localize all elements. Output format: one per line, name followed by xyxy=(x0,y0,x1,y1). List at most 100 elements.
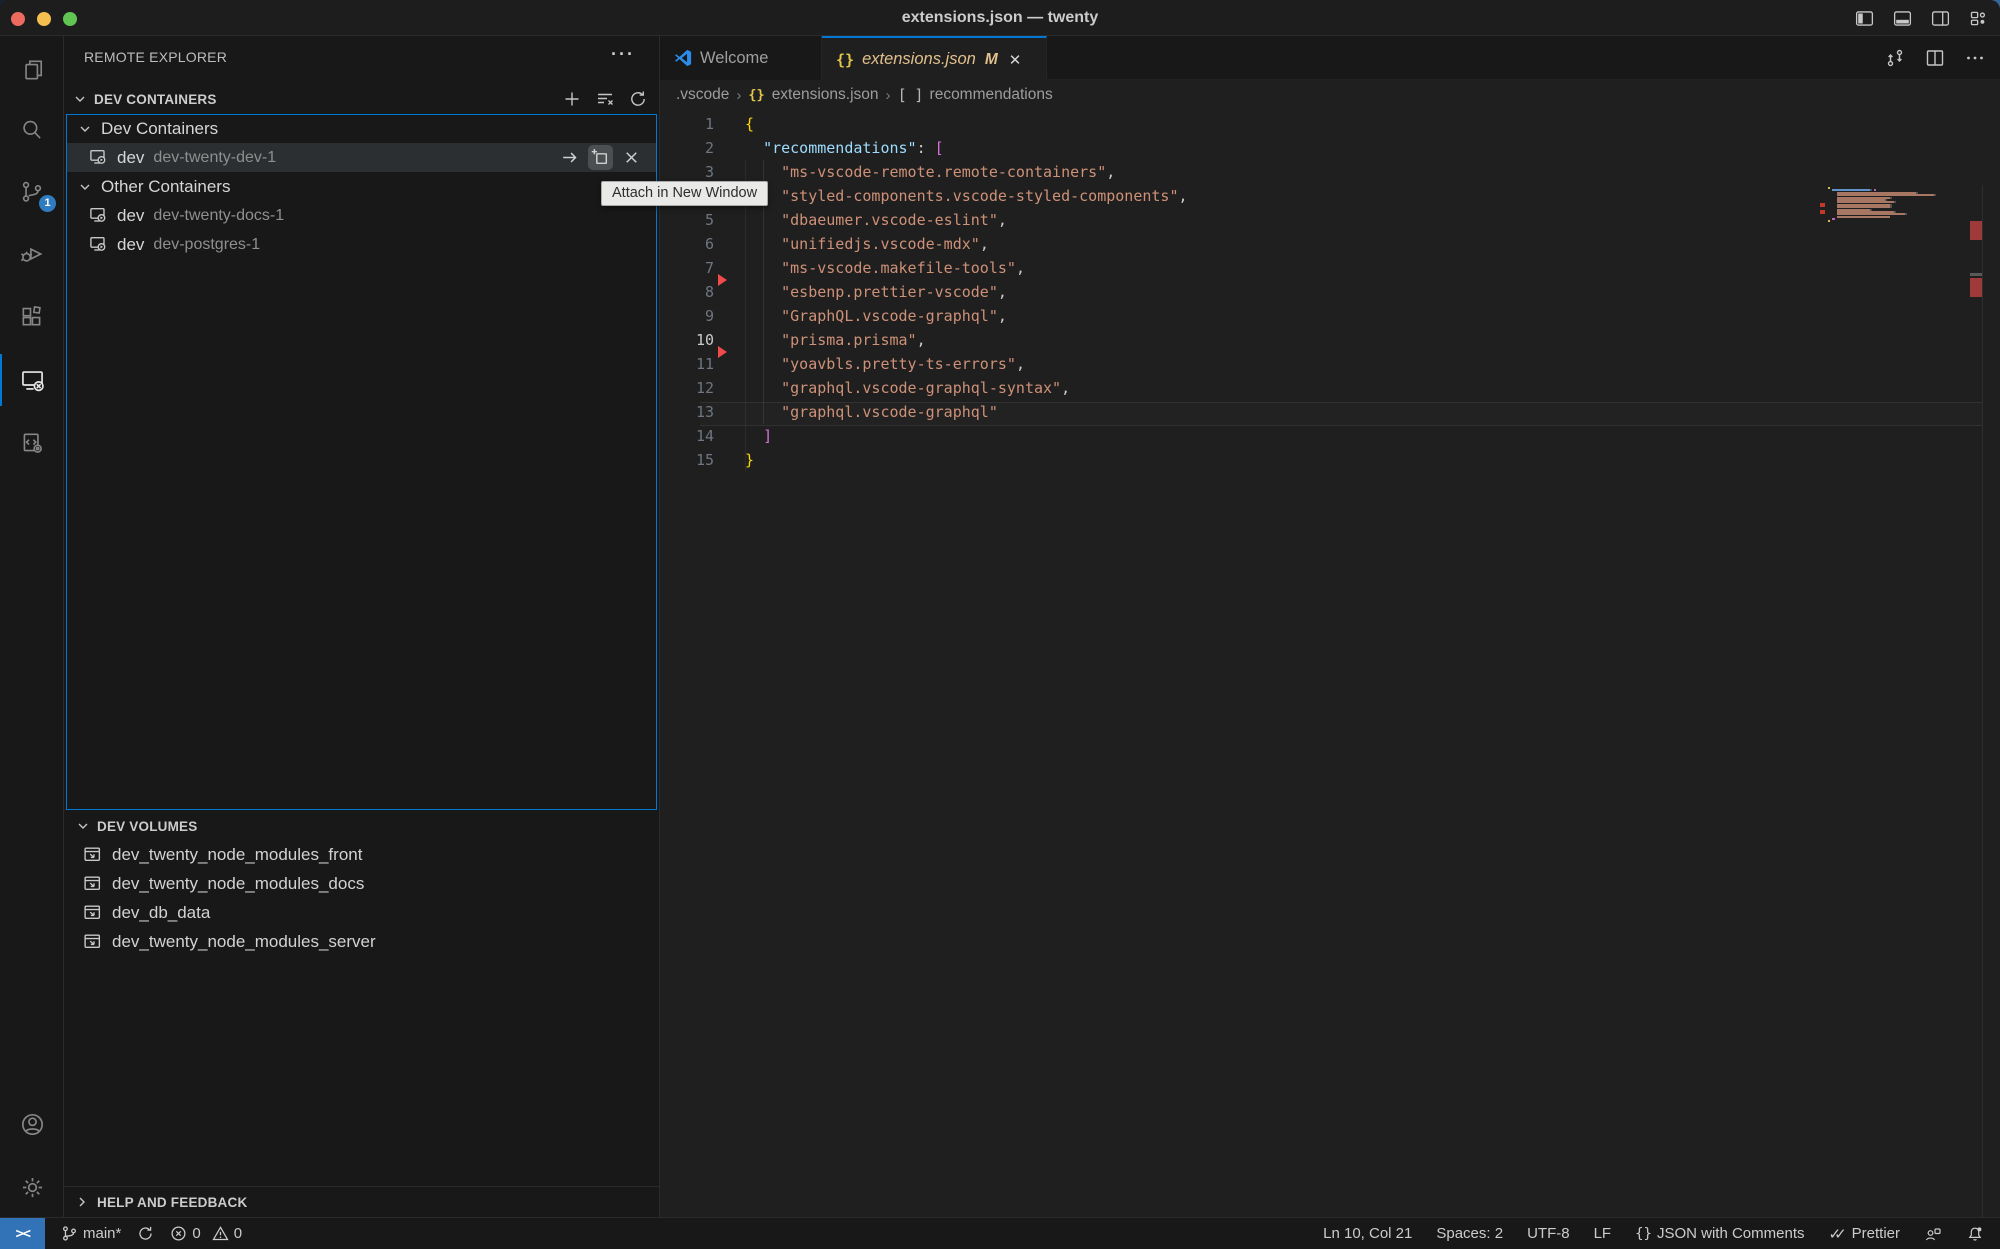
feedback-status[interactable] xyxy=(1924,1225,1942,1243)
toggle-primary-sidebar-icon[interactable] xyxy=(1852,6,1876,30)
section-header-help-and-feedback[interactable]: HELP AND FEEDBACK xyxy=(64,1186,659,1217)
container-item[interactable]: devdev-twenty-dev-1 xyxy=(67,143,656,172)
volume-item[interactable]: dev_twenty_node_modules_front xyxy=(67,840,656,869)
volume-icon xyxy=(83,874,102,893)
extensions-icon[interactable] xyxy=(0,291,64,343)
sidebar-title: REMOTE EXPLORER xyxy=(84,49,227,65)
run-debug-icon[interactable] xyxy=(0,228,64,280)
sync-icon xyxy=(137,1225,154,1242)
title-bar: extensions.json — twenty xyxy=(0,0,2000,36)
git-branch-icon xyxy=(61,1225,78,1242)
encoding-status[interactable]: UTF-8 xyxy=(1527,1225,1570,1242)
volume-item[interactable]: dev_twenty_node_modules_docs xyxy=(67,869,656,898)
settings-gear-icon[interactable] xyxy=(0,1161,64,1213)
close-tab-icon[interactable]: ✕ xyxy=(1009,51,1022,69)
accounts-icon[interactable] xyxy=(0,1098,64,1150)
language-mode-status[interactable]: {} JSON with Comments xyxy=(1635,1225,1804,1242)
errors-icon xyxy=(170,1225,187,1242)
eol-status[interactable]: LF xyxy=(1594,1225,1612,1242)
code-line[interactable]: 11 "yoavbls.pretty-ts-errors", xyxy=(660,352,2000,376)
code-line[interactable]: 10 "prisma.prisma", xyxy=(660,328,2000,352)
container-item[interactable]: devdev-twenty-docs-1 xyxy=(67,201,656,230)
attach-current-window-icon[interactable] xyxy=(557,145,582,170)
code-line[interactable]: 3 "ms-vscode-remote.remote-containers", xyxy=(660,160,2000,184)
stop-icon[interactable] xyxy=(619,145,644,170)
tree-group-dev-containers[interactable]: Dev Containers xyxy=(67,114,656,143)
dev-container-icon xyxy=(89,148,108,167)
open-changes-icon[interactable] xyxy=(1882,45,1908,71)
minimap-deleted-mark xyxy=(1820,203,1825,207)
section-dev-volumes: DEV VOLUMES dev_twenty_node_modules_fron… xyxy=(67,812,656,956)
double-check-icon: ✓✓ xyxy=(1829,1225,1847,1243)
section-header-dev-volumes[interactable]: DEV VOLUMES xyxy=(67,812,656,840)
add-container-icon[interactable] xyxy=(561,88,583,110)
window-title: extensions.json — twenty xyxy=(0,0,2000,36)
container-item[interactable]: devdev-postgres-1 xyxy=(67,230,656,259)
braces-icon: {} xyxy=(1635,1226,1652,1242)
tab-welcome[interactable]: Welcome xyxy=(660,36,822,80)
clear-list-icon[interactable] xyxy=(594,88,616,110)
code-line[interactable]: 8 "esbenp.prettier-vscode", xyxy=(660,280,2000,304)
chevron-down-icon xyxy=(77,179,93,195)
array-symbol-icon: [ ] xyxy=(898,86,923,104)
sync-status[interactable] xyxy=(137,1225,154,1242)
dev-container-icon xyxy=(89,235,108,254)
tab-extensions-json[interactable]: {} extensions.json M ✕ xyxy=(822,36,1047,81)
attach-new-window-icon[interactable] xyxy=(588,145,613,170)
code-line[interactable]: 15} xyxy=(660,448,2000,472)
volume-icon xyxy=(83,903,102,922)
chevron-down-icon xyxy=(72,91,88,107)
explorer-icon[interactable] xyxy=(0,44,64,96)
json-braces-icon: {} xyxy=(836,51,854,69)
toggle-panel-icon[interactable] xyxy=(1890,6,1914,30)
code-line[interactable]: 14 ] xyxy=(660,424,2000,448)
minimap-deleted-mark xyxy=(1820,210,1825,214)
tree-group-other-containers[interactable]: Other Containers xyxy=(67,172,656,201)
code-line[interactable]: 7 "ms-vscode.makefile-tools", xyxy=(660,256,2000,280)
source-control-icon[interactable]: 1 xyxy=(0,166,64,218)
code-editor[interactable]: 1{2 "recommendations": [3 "ms-vscode-rem… xyxy=(660,110,2000,1217)
code-line[interactable]: 1{ xyxy=(660,112,2000,136)
split-editor-icon[interactable] xyxy=(1922,45,1948,71)
remote-explorer-icon[interactable] xyxy=(0,354,64,406)
more-actions-icon[interactable] xyxy=(1962,45,1988,71)
refresh-icon[interactable] xyxy=(627,88,649,110)
breadcrumb-folder[interactable]: .vscode xyxy=(676,86,729,104)
git-branch-status[interactable]: main* xyxy=(61,1225,121,1242)
git-deleted-lines-marker[interactable] xyxy=(718,346,727,358)
customize-layout-icon[interactable] xyxy=(1966,6,1990,30)
notifications-status[interactable] xyxy=(1966,1225,1984,1243)
remote-indicator[interactable]: >< xyxy=(0,1218,45,1249)
minimap[interactable] xyxy=(1828,187,1936,223)
code-line[interactable]: 6 "unifiedjs.vscode-mdx", xyxy=(660,232,2000,256)
section-header-dev-containers[interactable]: DEV CONTAINERS xyxy=(64,85,659,113)
code-line[interactable]: 4 "styled-components.vscode-styled-compo… xyxy=(660,184,2000,208)
volume-item[interactable]: dev_db_data xyxy=(67,898,656,927)
problems-status[interactable]: 0 0 xyxy=(170,1225,242,1242)
search-icon[interactable] xyxy=(0,104,64,156)
git-deleted-lines-marker[interactable] xyxy=(718,274,727,286)
container-tools-icon[interactable] xyxy=(0,417,64,469)
source-control-badge: 1 xyxy=(39,195,56,212)
vscode-window: extensions.json — twenty xyxy=(0,0,2000,1249)
breadcrumb-symbol[interactable]: recommendations xyxy=(930,86,1053,104)
code-line[interactable]: 5 "dbaeumer.vscode-eslint", xyxy=(660,208,2000,232)
tooltip-attach-in-new-window: Attach in New Window xyxy=(601,181,768,206)
breadcrumb-file[interactable]: extensions.json xyxy=(772,86,879,104)
chevron-right-icon xyxy=(74,1194,90,1210)
breadcrumb[interactable]: .vscode › {} extensions.json › [ ] recom… xyxy=(660,80,2000,110)
code-line[interactable]: 12 "graphql.vscode-graphql-syntax", xyxy=(660,376,2000,400)
indentation-status[interactable]: Spaces: 2 xyxy=(1436,1225,1503,1242)
toggle-secondary-sidebar-icon[interactable] xyxy=(1928,6,1952,30)
bell-dot-icon xyxy=(1966,1225,1984,1243)
status-bar: >< main* 0 0 Ln 10, Col 21 Spaces: 2 xyxy=(0,1217,2000,1249)
sidebar-more-actions-icon[interactable]: ··· xyxy=(611,44,635,65)
editor-group: Welcome {} extensions.json M ✕ xyxy=(660,36,2000,1217)
formatter-status[interactable]: ✓✓ Prettier xyxy=(1829,1225,1901,1243)
code-line[interactable]: 13 "graphql.vscode-graphql" xyxy=(660,400,2000,424)
code-line[interactable]: 2 "recommendations": [ xyxy=(660,136,2000,160)
cursor-position-status[interactable]: Ln 10, Col 21 xyxy=(1323,1225,1412,1242)
volume-item[interactable]: dev_twenty_node_modules_server xyxy=(67,927,656,956)
code-line[interactable]: 9 "GraphQL.vscode-graphql", xyxy=(660,304,2000,328)
chevron-down-icon xyxy=(77,121,93,137)
